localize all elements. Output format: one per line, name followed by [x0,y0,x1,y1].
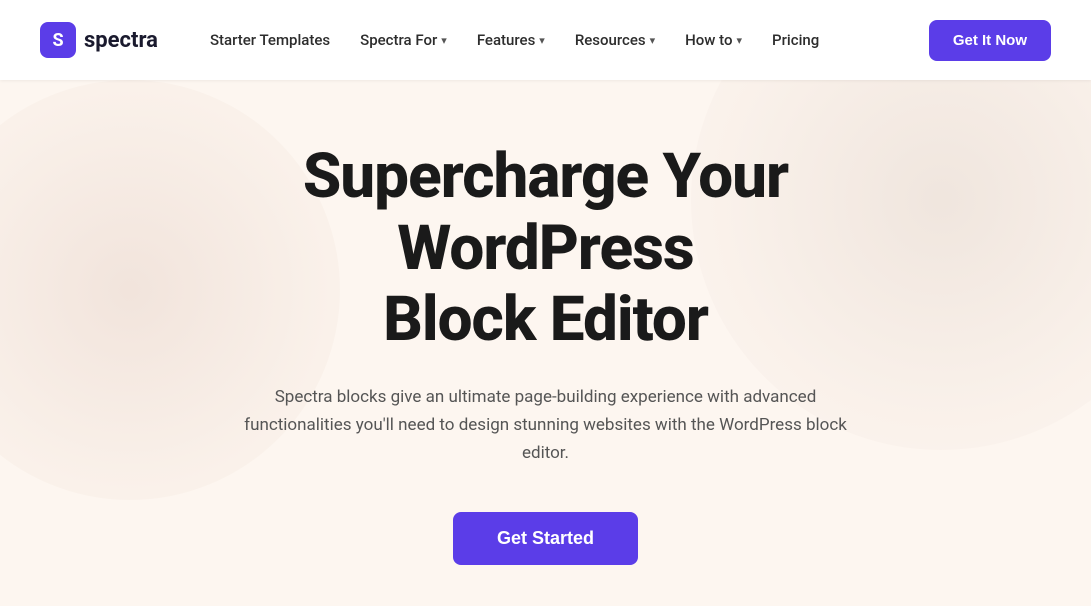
nav-item-starter-templates[interactable]: Starter Templates [198,23,342,57]
chevron-down-icon: ▾ [539,34,545,47]
nav-item-resources[interactable]: Resources ▾ [563,23,667,57]
navbar: S spectra Starter Templates Spectra For … [0,0,1091,80]
nav-left: S spectra Starter Templates Spectra For … [40,22,831,58]
nav-item-spectra-for[interactable]: Spectra For ▾ [348,23,459,57]
hero-section: Supercharge Your WordPress Block Editor … [0,80,1091,606]
nav-links: Starter Templates Spectra For ▾ Features… [198,23,831,57]
get-started-button[interactable]: Get Started [453,512,638,565]
hero-title: Supercharge Your WordPress Block Editor [200,141,891,355]
nav-item-how-to[interactable]: How to ▾ [673,23,754,57]
get-it-now-button[interactable]: Get It Now [929,20,1051,61]
logo-text: spectra [84,28,158,53]
logo[interactable]: S spectra [40,22,158,58]
chevron-down-icon: ▾ [650,34,656,47]
logo-icon: S [40,22,76,58]
chevron-down-icon: ▾ [737,34,743,47]
nav-item-features[interactable]: Features ▾ [465,23,557,57]
hero-subtitle: Spectra blocks give an ultimate page-bui… [236,383,856,467]
nav-item-pricing[interactable]: Pricing [760,23,831,57]
chevron-down-icon: ▾ [441,34,447,47]
